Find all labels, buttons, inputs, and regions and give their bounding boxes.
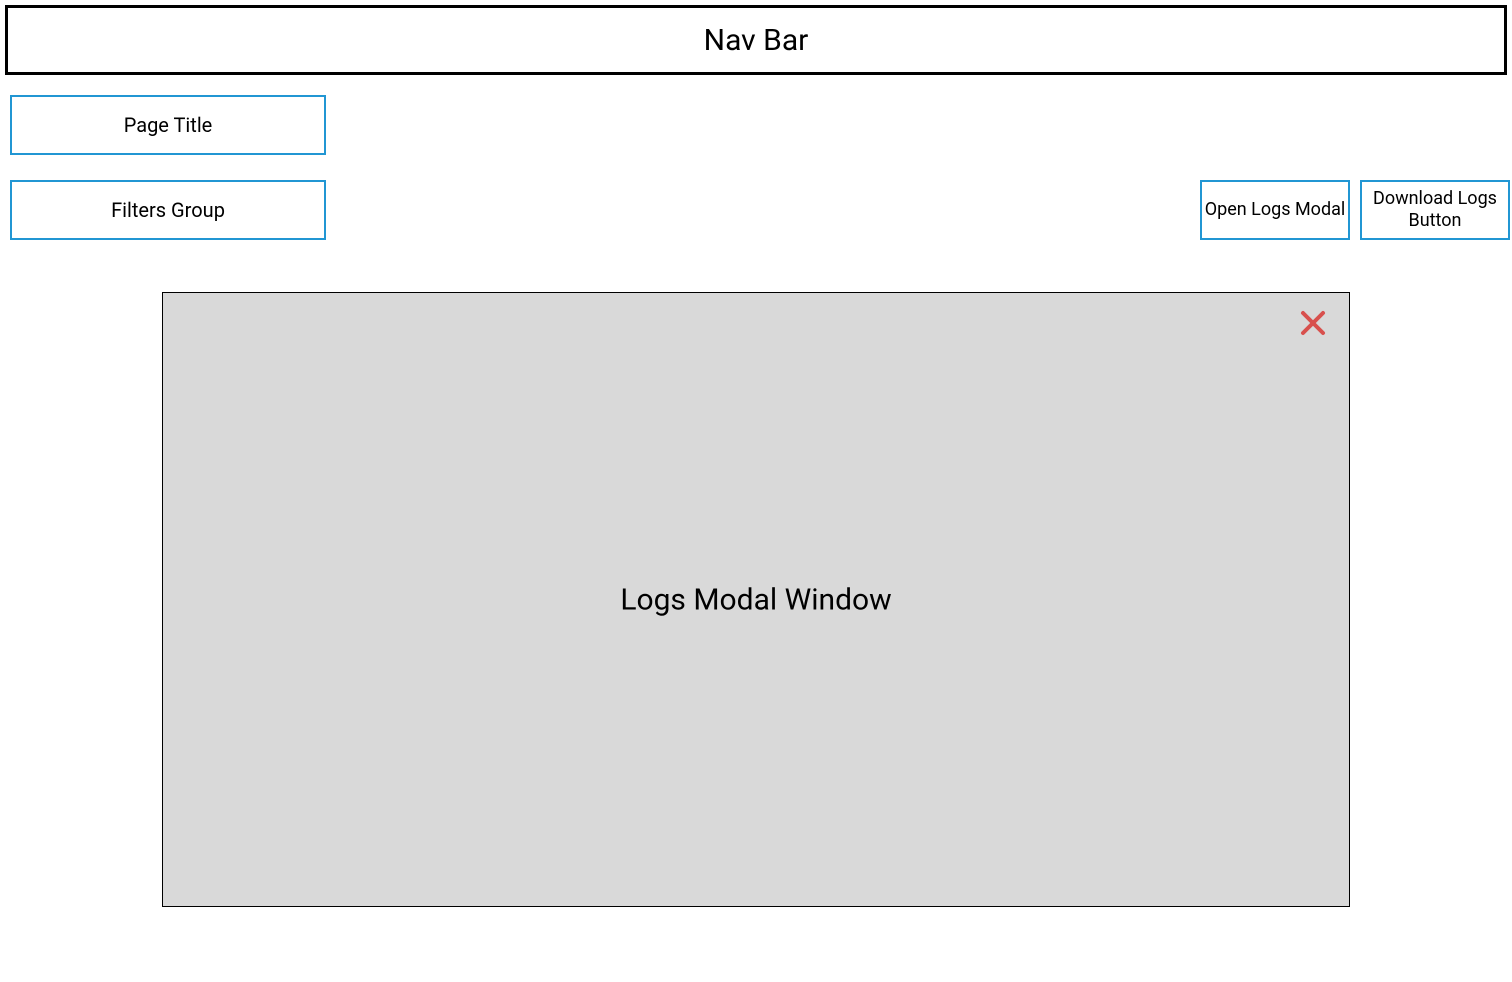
open-logs-modal-button[interactable]: Open Logs Modal <box>1200 180 1350 240</box>
close-modal-button[interactable] <box>1295 307 1331 343</box>
filters-group[interactable]: Filters Group <box>10 180 326 240</box>
download-logs-button[interactable]: Download Logs Button <box>1360 180 1510 240</box>
filters-group-label: Filters Group <box>111 198 225 222</box>
logs-modal-window: Logs Modal Window <box>162 292 1350 907</box>
page-title: Page Title <box>10 95 326 155</box>
close-icon <box>1298 308 1328 342</box>
open-logs-label: Open Logs Modal <box>1205 199 1346 222</box>
logs-modal-title: Logs Modal Window <box>620 582 891 617</box>
page-title-label: Page Title <box>124 113 213 137</box>
nav-bar-title: Nav Bar <box>704 23 809 58</box>
nav-bar[interactable]: Nav Bar <box>5 5 1507 75</box>
download-logs-label: Download Logs Button <box>1362 188 1508 233</box>
